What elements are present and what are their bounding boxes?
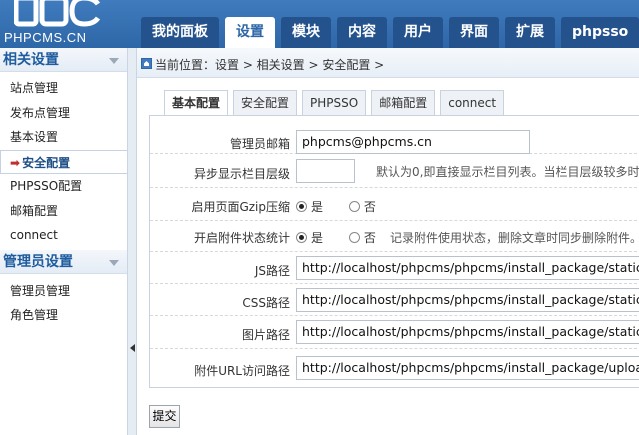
nav-tab-content[interactable]: 内容 [337, 17, 387, 48]
sidebar-item-role-management[interactable]: 角色管理 [0, 303, 127, 328]
attachment-stat-label: 开启附件状态统计 [193, 231, 290, 245]
phpcms-logo-mark [14, 0, 101, 27]
sidebar-item-publish-points[interactable]: 发布点管理 [0, 101, 127, 126]
form-row-js-path: JS路径 http://localhost/phpcms/phpcms/inst… [150, 252, 639, 284]
js-path-label: JS路径 [254, 264, 290, 278]
form-row-attachment-stat: 开启附件状态统计 是 否 记录附件使用状态，删除文章时同步删除附件。 [150, 221, 639, 252]
sidebar-item-email-config[interactable]: 邮箱配置 [0, 199, 127, 224]
config-form-panel: 管理员邮箱 phpcms@phpcms.cn 异步显示栏目层级 默认为0,即直接… [149, 115, 639, 388]
attachment-stat-yes-radio[interactable] [296, 232, 307, 243]
nav-tab-panel[interactable]: 我的面板 [141, 17, 219, 48]
attachment-stat-no-label: 否 [363, 231, 376, 245]
sidebar-item-security-config[interactable]: ➡ 安全配置 [0, 149, 128, 174]
breadcrumb: 当前位置：设置 > 相关设置 > 安全配置 > [155, 58, 385, 72]
form-row-upload-url: 附件URL访问路径 http://localhost/phpcms/phpcms… [150, 349, 639, 388]
async-category-field[interactable] [296, 159, 355, 183]
nav-tab-users[interactable]: 用户 [393, 17, 443, 48]
sidebar-splitter[interactable] [127, 48, 137, 435]
image-path-label: 图片路径 [241, 328, 290, 342]
sidebar-item-connect[interactable]: connect [0, 223, 127, 248]
nav-tab-interface[interactable]: 界面 [449, 17, 499, 48]
sidebar: 相关设置 站点管理 发布点管理 基本设置 ➡ 安全配置 PHPSSO配置 邮箱配置… [0, 48, 128, 435]
chevron-down-icon[interactable] [109, 259, 119, 266]
css-path-label: CSS路径 [242, 296, 290, 310]
chevron-down-icon[interactable] [109, 58, 119, 64]
submit-button[interactable]: 提交 [149, 405, 180, 428]
sidebar-item-admin-management[interactable]: 管理员管理 [0, 279, 127, 304]
tab-security-config[interactable]: 安全配置 [233, 90, 298, 116]
attachment-stat-options: 是 否 [296, 229, 398, 246]
gzip-yes-label: 是 [311, 200, 324, 214]
form-row-image-path: 图片路径 http://localhost/phpcms/phpcms/inst… [150, 316, 639, 349]
form-row-gzip: 启用页面Gzip压缩 是 否 [150, 188, 639, 221]
logo-text: PHPCMS.CN [4, 30, 87, 45]
sidebar-item-site-management[interactable]: 站点管理 [0, 76, 127, 101]
home-location-icon [141, 58, 152, 69]
gzip-no-radio[interactable] [348, 201, 360, 212]
attachment-stat-yes-label: 是 [311, 231, 324, 245]
upload-url-field[interactable]: http://localhost/phpcms/phpcms/install_p… [296, 356, 639, 380]
sidebar-section-admin-settings[interactable]: 管理员设置 [0, 249, 127, 274]
image-path-field[interactable]: http://localhost/phpcms/phpcms/install_p… [296, 320, 639, 344]
collapse-arrow-icon[interactable] [130, 344, 135, 352]
top-nav: 我的面板 设置 模块 内容 用户 界面 扩展 phpsso [141, 17, 639, 48]
tab-email-config[interactable]: 邮箱配置 [371, 90, 436, 116]
js-path-field[interactable]: http://localhost/phpcms/phpcms/install_p… [296, 256, 639, 280]
sidebar-item-basic-settings[interactable]: 基本设置 [0, 125, 127, 150]
breadcrumb-bar: 当前位置：设置 > 相关设置 > 安全配置 > [137, 48, 639, 78]
tab-connect[interactable]: connect [440, 90, 505, 116]
attachment-stat-hint: 记录附件使用状态，删除文章时同步删除附件。 [390, 231, 639, 245]
top-header: PHPCMS.CN 我的面板 设置 模块 内容 用户 界面 扩展 phpsso [0, 0, 639, 48]
async-category-hint: 默认为0,即直接显示栏目列表。当栏目层级较多时 [376, 165, 639, 179]
sidebar-section-related-settings[interactable]: 相关设置 [0, 48, 127, 72]
gzip-yes-radio[interactable] [296, 201, 307, 212]
sidebar-item-phpsso-config[interactable]: PHPSSO配置 [0, 174, 127, 199]
async-category-label: 异步显示栏目层级 [193, 167, 290, 181]
nav-tab-modules[interactable]: 模块 [281, 17, 331, 48]
tab-phpsso[interactable]: PHPSSO [302, 90, 367, 116]
main-content: 当前位置：设置 > 相关设置 > 安全配置 > 基本配置 安全配置 PHPSSO… [137, 48, 639, 435]
attachment-stat-no-radio[interactable] [348, 232, 360, 243]
logo[interactable]: PHPCMS.CN [0, 0, 128, 48]
css-path-field[interactable]: http://localhost/phpcms/phpcms/install_p… [296, 288, 639, 312]
upload-url-label: 附件URL访问路径 [194, 364, 290, 378]
tab-basic-config[interactable]: 基本配置 [164, 90, 229, 117]
admin-email-label: 管理员邮箱 [229, 137, 290, 151]
sidebar-item-label: 安全配置 [22, 155, 71, 170]
config-tabs: 基本配置 安全配置 PHPSSO 邮箱配置 connect [164, 90, 509, 117]
admin-email-field[interactable]: phpcms@phpcms.cn [296, 130, 530, 154]
form-row-async-category: 异步显示栏目层级 默认为0,即直接显示栏目列表。当栏目层级较多时 [150, 154, 639, 188]
gzip-options: 是 否 [296, 198, 398, 215]
arrow-right-icon: ➡ [10, 155, 21, 170]
nav-tab-extend[interactable]: 扩展 [505, 17, 555, 48]
nav-tab-phpsso[interactable]: phpsso [561, 17, 639, 48]
gzip-label: 启用页面Gzip压缩 [191, 200, 290, 214]
sidebar-section-title: 相关设置 [3, 52, 59, 68]
nav-tab-settings[interactable]: 设置 [225, 17, 275, 48]
sidebar-section-title: 管理员设置 [3, 253, 73, 270]
form-row-css-path: CSS路径 http://localhost/phpcms/phpcms/ins… [150, 284, 639, 316]
form-row-admin-email: 管理员邮箱 phpcms@phpcms.cn [150, 116, 639, 154]
gzip-no-label: 否 [363, 200, 376, 214]
